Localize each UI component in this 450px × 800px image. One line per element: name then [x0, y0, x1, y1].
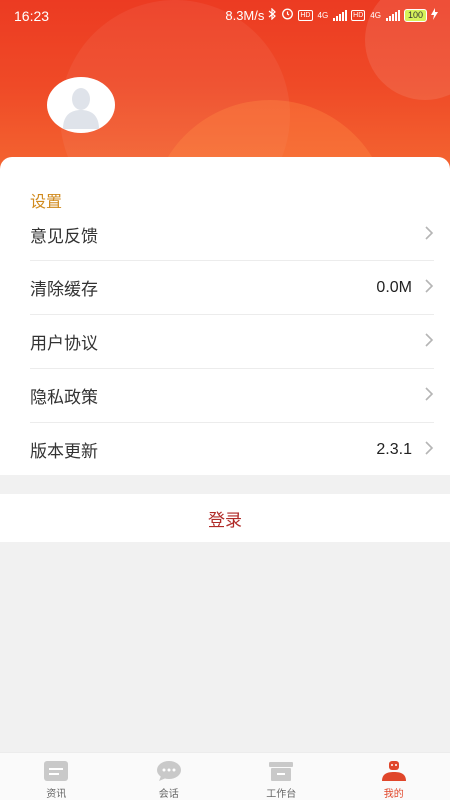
status-bar: 16:23 8.3M/s HD 4G HD 4G 100	[0, 0, 450, 32]
network-type-badge: 4G	[317, 10, 329, 20]
chevron-right-icon	[424, 386, 434, 405]
settings-item-label: 隐私政策	[30, 388, 98, 408]
settings-item-user-agreement[interactable]: 用户协议	[0, 315, 450, 368]
workbench-icon	[268, 759, 294, 783]
bluetooth-icon	[268, 7, 277, 23]
tab-workbench[interactable]: 工作台	[225, 753, 338, 800]
cache-size-value: 0.0M	[376, 278, 412, 296]
settings-item-label: 用户协议	[30, 334, 98, 354]
settings-card: 设置 意见反馈 清除缓存 0.0M 用户协议 隐私政策 版本更新 2.3.1	[0, 157, 450, 475]
settings-item-clear-cache[interactable]: 清除缓存 0.0M	[0, 261, 450, 314]
news-icon	[43, 759, 69, 783]
settings-item-feedback[interactable]: 意见反馈	[0, 208, 450, 261]
login-button[interactable]: 登录	[0, 494, 450, 542]
bottom-tab-bar: 资讯 会话 工作台 我的	[0, 752, 450, 800]
tab-news[interactable]: 资讯	[0, 753, 113, 800]
status-indicators: 8.3M/s HD 4G HD 4G 100	[225, 7, 438, 23]
charging-icon	[431, 7, 438, 23]
chat-icon	[156, 759, 182, 783]
battery-icon: 100	[403, 8, 427, 22]
settings-item-label: 版本更新	[30, 442, 98, 462]
signal-icon	[333, 9, 348, 21]
tab-label: 会话	[158, 789, 179, 800]
signal-icon	[385, 9, 400, 21]
avatar[interactable]	[47, 77, 115, 133]
alarm-icon	[281, 7, 294, 23]
network-type-badge: 4G	[370, 10, 381, 20]
settings-item-privacy-policy[interactable]: 隐私政策	[0, 369, 450, 422]
settings-item-label: 清除缓存	[30, 280, 98, 300]
hd-badge: HD	[351, 9, 366, 21]
network-speed: 8.3M/s	[225, 7, 265, 23]
settings-item-label: 意见反馈	[30, 227, 98, 247]
tab-profile[interactable]: 我的	[338, 753, 450, 800]
tab-label: 我的	[383, 789, 404, 800]
tab-chat[interactable]: 会话	[113, 753, 226, 800]
profile-icon	[381, 759, 407, 783]
chevron-right-icon	[424, 332, 434, 351]
chevron-right-icon	[424, 440, 434, 459]
settings-item-version-update[interactable]: 版本更新 2.3.1	[0, 423, 450, 476]
tab-label: 资讯	[46, 789, 67, 800]
user-avatar-icon	[63, 88, 99, 129]
login-label: 登录	[208, 510, 242, 531]
chevron-right-icon	[424, 278, 434, 297]
chevron-right-icon	[424, 225, 434, 244]
version-value: 2.3.1	[376, 440, 412, 458]
status-time: 16:23	[14, 8, 50, 24]
tab-label: 工作台	[266, 789, 297, 800]
hd-badge: HD	[298, 9, 313, 21]
